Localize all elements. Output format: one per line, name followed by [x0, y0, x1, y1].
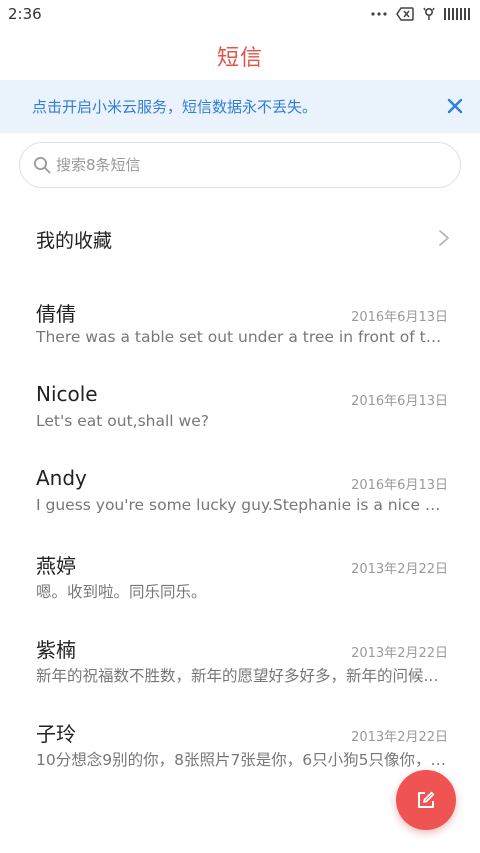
- contact-name: Nicole: [36, 382, 98, 406]
- contact-name: 子玲: [36, 722, 76, 746]
- cloud-banner-text[interactable]: 点击开启小米云服务，短信数据永不丢失。: [32, 96, 317, 117]
- page-title: 短信: [216, 46, 263, 71]
- conversation-item[interactable]: 倩倩 2016年6月13日 There was a table set out …: [0, 288, 480, 372]
- message-date: 2016年6月13日: [351, 310, 448, 325]
- message-date: 2013年2月22日: [351, 562, 448, 577]
- message-preview: I guess you're some lucky guy.Stephanie …: [36, 496, 450, 514]
- conversation-item[interactable]: Andy 2016年6月13日 I guess you're some luck…: [0, 456, 480, 540]
- status-time: 2:36: [8, 5, 42, 23]
- message-preview: 嗯。收到啦。同乐同乐。: [36, 583, 207, 601]
- more-dots-icon: [371, 12, 387, 16]
- conversation-list: 倩倩 2016年6月13日 There was a table set out …: [0, 288, 480, 792]
- message-preview: There was a table set out under a tree i…: [36, 328, 450, 346]
- contact-name: 紫楠: [36, 638, 76, 662]
- search-icon: [33, 156, 51, 174]
- favorites-label: 我的收藏: [36, 230, 113, 252]
- message-date: 2016年6月13日: [351, 394, 448, 409]
- conversation-item[interactable]: 紫楠 2013年2月22日 新年的祝福数不胜数，新年的愿望好多好多，新年的问候.…: [0, 624, 480, 708]
- message-preview: 10分想念9别的你，8张照片7张是你，6只小狗5只像你，4...: [36, 751, 450, 769]
- contact-name: Andy: [36, 466, 87, 490]
- message-date: 2013年2月22日: [351, 730, 448, 745]
- status-icons: [371, 6, 472, 22]
- close-icon[interactable]: [446, 97, 464, 115]
- message-preview: 新年的祝福数不胜数，新年的愿望好多好多，新年的问候...: [36, 667, 439, 685]
- search-box[interactable]: [19, 142, 461, 188]
- favorites-entry[interactable]: 我的收藏: [0, 208, 480, 268]
- signal-icon: [444, 8, 472, 20]
- chevron-right-icon: [438, 229, 450, 247]
- contact-name: 燕婷: [36, 554, 76, 578]
- no-sim-icon: [396, 7, 414, 21]
- location-icon: [423, 7, 435, 21]
- contact-name: 倩倩: [36, 302, 76, 326]
- compose-button[interactable]: [396, 770, 456, 830]
- search-input[interactable]: [56, 153, 436, 177]
- cloud-banner[interactable]: 点击开启小米云服务，短信数据永不丢失。: [0, 80, 480, 133]
- status-bar: 2:36: [0, 0, 480, 28]
- message-date: 2016年6月13日: [351, 478, 448, 493]
- message-date: 2013年2月22日: [351, 646, 448, 661]
- message-preview: Let's eat out,shall we?: [36, 412, 209, 430]
- conversation-item[interactable]: Nicole 2016年6月13日 Let's eat out,shall we…: [0, 372, 480, 456]
- conversation-item[interactable]: 燕婷 2013年2月22日 嗯。收到啦。同乐同乐。: [0, 540, 480, 624]
- app-header: 短信: [0, 28, 480, 80]
